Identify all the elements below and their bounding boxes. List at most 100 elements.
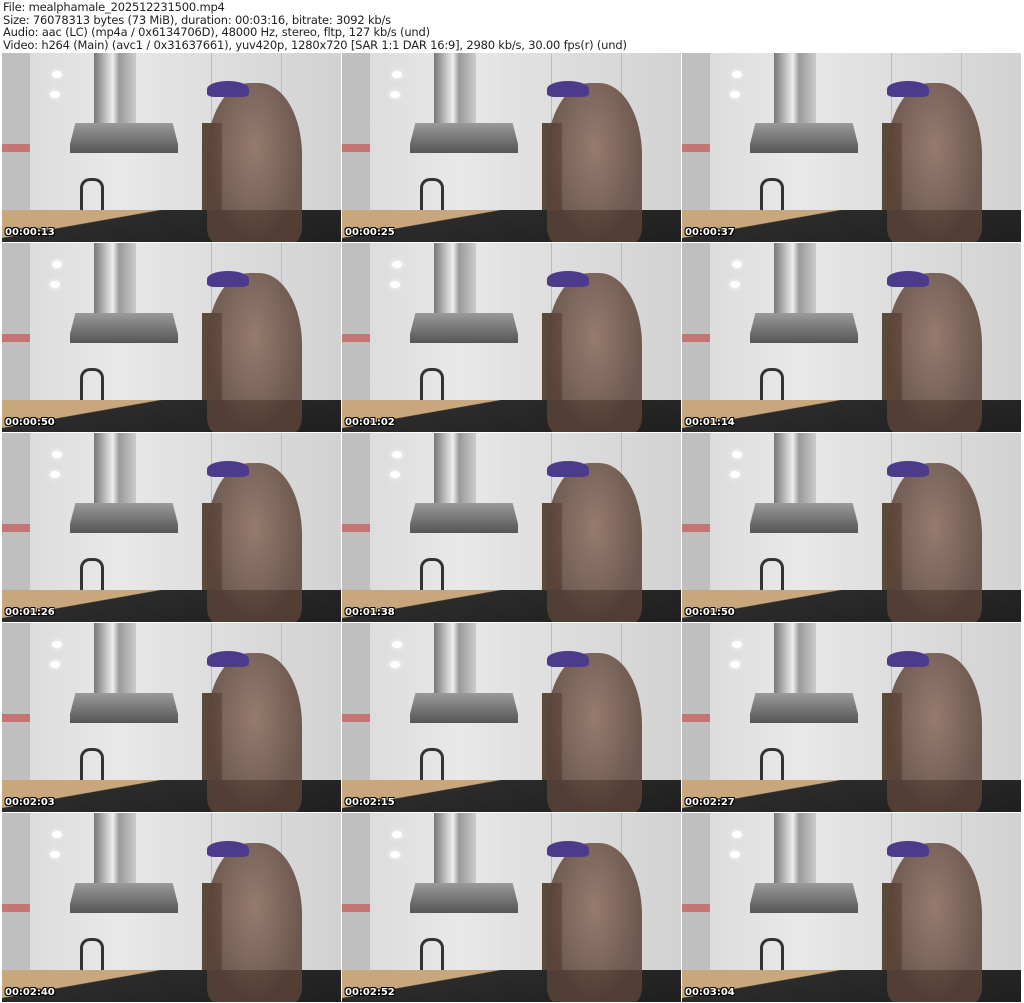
person-silhouette: [887, 463, 982, 622]
person-silhouette: [207, 843, 302, 1002]
video-thumbnail[interactable]: 00:02:03: [2, 623, 341, 812]
ceiling-light: [730, 91, 740, 98]
video-thumbnail[interactable]: 00:00:50: [2, 243, 341, 432]
person-silhouette: [547, 843, 642, 1002]
thumbnail-timestamp: 00:02:52: [345, 987, 395, 998]
cap: [207, 81, 249, 97]
faucet: [760, 178, 784, 211]
thumbnail-timestamp: 00:00:37: [685, 227, 735, 238]
cap: [547, 81, 589, 97]
person-silhouette: [547, 83, 642, 242]
faucet: [420, 368, 444, 401]
range-hood: [750, 693, 858, 723]
faucet: [760, 368, 784, 401]
ceiling-light: [390, 91, 400, 98]
range-hood: [410, 503, 518, 533]
cap: [887, 461, 929, 477]
ceiling-light: [52, 261, 62, 268]
ceiling-light: [730, 661, 740, 668]
video-thumbnail[interactable]: 00:01:02: [342, 243, 681, 432]
thumbnail-timestamp: 00:00:25: [345, 227, 395, 238]
video-thumbnail[interactable]: 00:02:52: [342, 813, 681, 1002]
faucet: [80, 938, 104, 971]
faucet: [420, 938, 444, 971]
range-hood: [70, 123, 178, 153]
thumbnail-timestamp: 00:00:50: [5, 417, 55, 428]
video-thumbnail[interactable]: 00:01:26: [2, 433, 341, 622]
video-thumbnail[interactable]: 00:00:37: [682, 53, 1021, 242]
ceiling-light: [50, 661, 60, 668]
video-thumbnail[interactable]: 00:03:04: [682, 813, 1021, 1002]
faucet: [420, 558, 444, 591]
range-hood: [750, 883, 858, 913]
ceiling-light: [392, 641, 402, 648]
file-name: File: mealphamale_202512231500.mp4: [3, 0, 225, 14]
range-hood-chimney: [434, 623, 476, 693]
thumbnail-timestamp: 00:02:40: [5, 987, 55, 998]
faucet: [760, 748, 784, 781]
ceiling-light: [732, 831, 742, 838]
thumbnail-timestamp: 00:02:15: [345, 797, 395, 808]
ceiling-light: [732, 451, 742, 458]
cap: [887, 651, 929, 667]
cap: [207, 271, 249, 287]
faucet: [420, 748, 444, 781]
range-hood-chimney: [94, 433, 136, 503]
ceiling-light: [52, 641, 62, 648]
person-silhouette: [207, 83, 302, 242]
thumbnail-timestamp: 00:01:02: [345, 417, 395, 428]
range-hood: [750, 313, 858, 343]
range-hood-chimney: [94, 623, 136, 693]
ceiling-light: [50, 91, 60, 98]
cap: [207, 461, 249, 477]
cap: [547, 271, 589, 287]
range-hood: [410, 883, 518, 913]
faucet: [760, 938, 784, 971]
cap: [887, 271, 929, 287]
ceiling-light: [50, 281, 60, 288]
faucet: [80, 178, 104, 211]
ceiling-light: [50, 471, 60, 478]
range-hood: [750, 503, 858, 533]
video-thumbnail[interactable]: 00:01:38: [342, 433, 681, 622]
ceiling-light: [392, 71, 402, 78]
range-hood: [70, 693, 178, 723]
video-thumbnail[interactable]: 00:01:50: [682, 433, 1021, 622]
thumbnail-timestamp: 00:00:13: [5, 227, 55, 238]
cap: [887, 841, 929, 857]
ceiling-light: [52, 451, 62, 458]
faucet: [420, 178, 444, 211]
thumbnail-timestamp: 00:02:03: [5, 797, 55, 808]
video-thumbnail[interactable]: 00:00:13: [2, 53, 341, 242]
video-thumbnail[interactable]: 00:01:14: [682, 243, 1021, 432]
ceiling-light: [52, 71, 62, 78]
range-hood: [410, 123, 518, 153]
range-hood: [70, 313, 178, 343]
range-hood-chimney: [774, 433, 816, 503]
video-thumbnail[interactable]: 00:00:25: [342, 53, 681, 242]
range-hood-chimney: [774, 813, 816, 883]
thumbnail-timestamp: 00:01:14: [685, 417, 735, 428]
file-info-header: File: mealphamale_202512231500.mp4 Size:…: [3, 1, 627, 51]
range-hood-chimney: [434, 813, 476, 883]
ceiling-light: [52, 831, 62, 838]
ceiling-light: [732, 261, 742, 268]
person-silhouette: [547, 273, 642, 432]
thumbnail-timestamp: 00:02:27: [685, 797, 735, 808]
video-thumbnail[interactable]: 00:02:15: [342, 623, 681, 812]
ceiling-light: [730, 851, 740, 858]
thumbnail-grid: 00:00:13 00:00:25 00:00:37 00:00:50 00:01:02…: [2, 53, 1021, 1002]
person-silhouette: [207, 463, 302, 622]
range-hood: [70, 503, 178, 533]
cap: [207, 841, 249, 857]
cap: [207, 651, 249, 667]
range-hood-chimney: [94, 243, 136, 313]
person-silhouette: [887, 273, 982, 432]
ceiling-light: [730, 281, 740, 288]
video-thumbnail[interactable]: 00:02:27: [682, 623, 1021, 812]
ceiling-light: [392, 451, 402, 458]
video-thumbnail[interactable]: 00:02:40: [2, 813, 341, 1002]
person-silhouette: [887, 843, 982, 1002]
ceiling-light: [50, 851, 60, 858]
faucet: [760, 558, 784, 591]
